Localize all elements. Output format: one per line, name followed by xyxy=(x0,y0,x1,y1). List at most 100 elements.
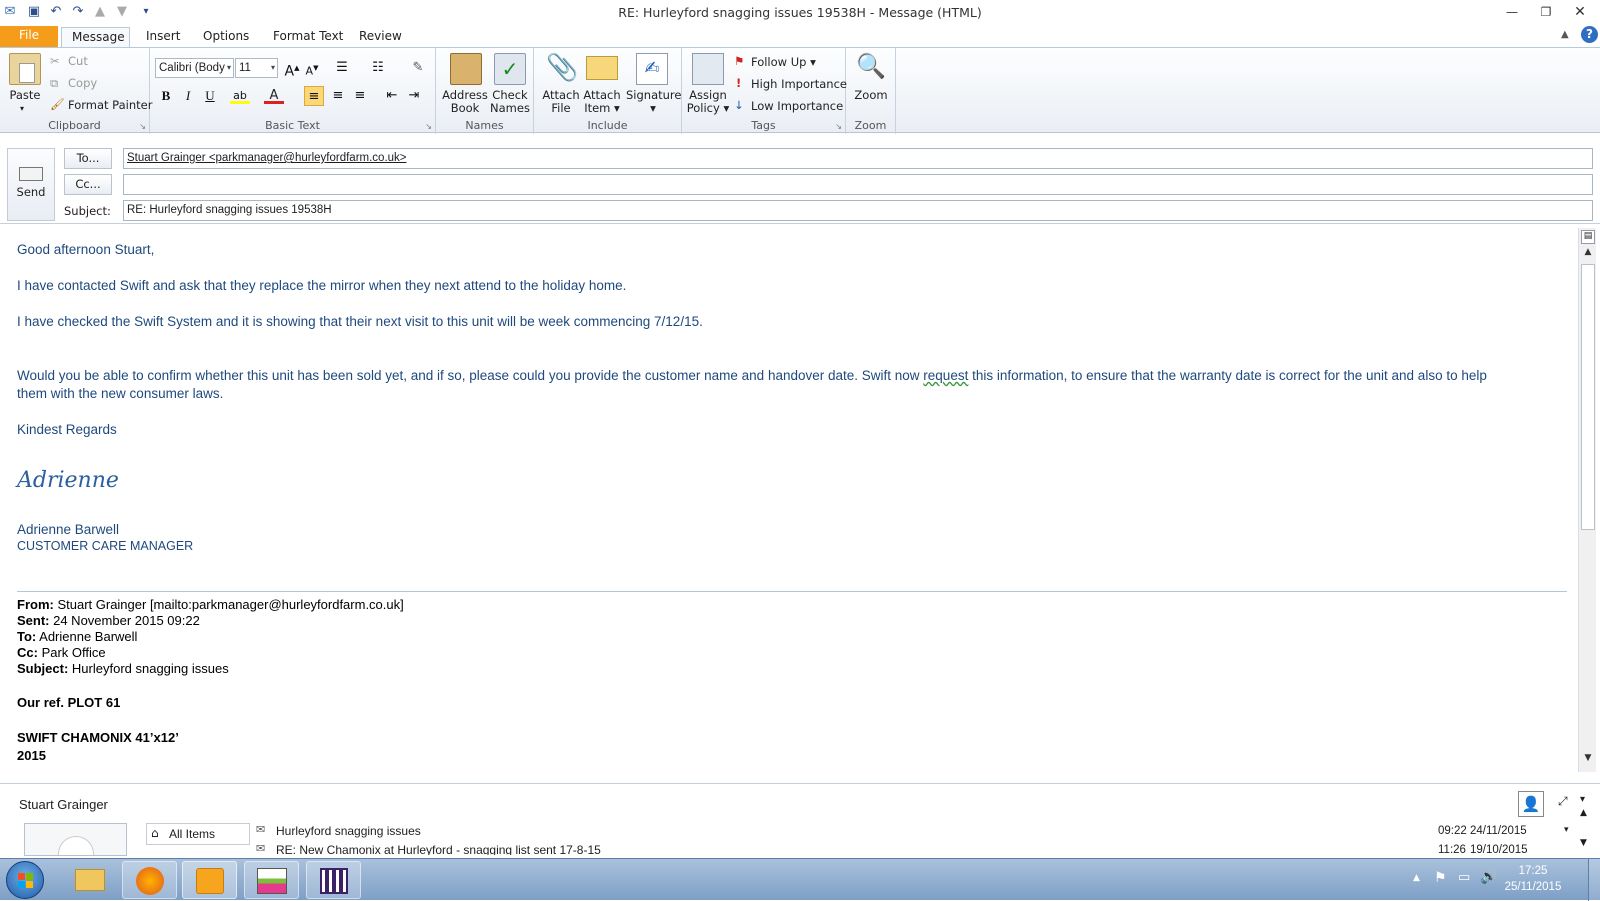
tab-insert[interactable]: Insert xyxy=(136,27,190,47)
tab-message[interactable]: Message xyxy=(61,27,130,47)
chevron-down-icon[interactable]: ▾ xyxy=(1564,825,1569,835)
check-names-button[interactable]: Check Names xyxy=(488,89,532,115)
show-hidden-icons[interactable]: ▲ xyxy=(1413,873,1420,883)
dialog-launcher-icon[interactable]: ↘ xyxy=(139,122,146,131)
contact-name[interactable]: Stuart Grainger xyxy=(19,797,108,812)
envelope-icon[interactable] xyxy=(586,56,618,80)
font-size-combo[interactable]: 11 ▾ xyxy=(235,58,278,78)
clock-date[interactable]: 25/11/2015 xyxy=(1498,881,1568,893)
bullets-icon[interactable]: ☰ xyxy=(332,58,352,78)
decrease-indent-icon[interactable]: ⇤ xyxy=(382,86,402,106)
restore-button[interactable]: ❐ xyxy=(1532,2,1560,22)
paste-icon[interactable] xyxy=(9,53,41,85)
numbering-icon[interactable]: ☷ xyxy=(368,58,388,78)
align-left-icon[interactable]: ≡ xyxy=(304,86,324,106)
align-center-icon[interactable]: ≡ xyxy=(328,86,348,106)
tab-review[interactable]: Review xyxy=(349,27,412,47)
spelling-flag-word[interactable]: request xyxy=(923,368,968,383)
explorer-taskbar-icon[interactable] xyxy=(62,861,117,899)
show-desktop-button[interactable] xyxy=(1588,859,1600,901)
outlook-taskbar-icon[interactable] xyxy=(182,861,237,899)
person-icon[interactable]: 👤 xyxy=(1518,791,1544,817)
tab-file[interactable]: File xyxy=(0,26,58,47)
minimize-ribbon-icon[interactable]: ▲ xyxy=(1561,29,1569,40)
firefox-taskbar-icon[interactable] xyxy=(122,861,177,899)
bold-icon[interactable]: B xyxy=(156,86,176,106)
scroll-down-icon[interactable]: ▼ xyxy=(1580,838,1587,848)
low-importance-icon[interactable]: ↓ xyxy=(734,98,744,112)
scroll-down-icon[interactable]: ▼ xyxy=(1581,753,1595,767)
scroll-up-icon[interactable]: ▲ xyxy=(1581,247,1595,261)
chevron-down-icon[interactable]: ▾ xyxy=(1580,794,1585,805)
sage-taskbar-icon[interactable] xyxy=(244,861,299,899)
italic-icon[interactable]: I xyxy=(178,86,198,106)
assign-policy-button[interactable]: Assign Policy ▾ xyxy=(684,89,732,115)
cut-icon[interactable]: ✂ xyxy=(50,54,60,68)
chevron-down-icon: ▾ xyxy=(270,63,275,72)
dialog-launcher-icon[interactable]: ↘ xyxy=(835,122,842,131)
paste-button[interactable]: Paste xyxy=(8,89,42,102)
copy-button[interactable]: Copy xyxy=(68,76,97,90)
address-book-button[interactable]: Address Book xyxy=(442,89,488,115)
subject-field[interactable]: RE: Hurleyford snagging issues 19538H xyxy=(123,200,1593,221)
tab-format-text[interactable]: Format Text xyxy=(263,27,353,47)
list-item[interactable]: ✉ Hurleyford snagging issues 09:22 24/11… xyxy=(252,823,1569,841)
start-button[interactable] xyxy=(6,861,44,899)
dialog-launcher-icon[interactable]: ↘ xyxy=(425,122,432,131)
attach-file-button[interactable]: Attach File xyxy=(538,89,584,115)
scroll-thumb[interactable] xyxy=(1581,264,1595,530)
check-names-icon[interactable]: ✓ xyxy=(494,53,526,85)
cc-button[interactable]: Cc... xyxy=(64,174,112,195)
to-recipient[interactable]: Stuart Grainger <parkmanager@hurleyfordf… xyxy=(127,152,407,164)
list-item[interactable]: ✉ RE: New Chamonix at Hurleyford - snagg… xyxy=(252,841,1562,855)
copy-icon[interactable]: ⧉ xyxy=(50,76,58,91)
clear-formatting-icon[interactable]: ✎ xyxy=(408,58,428,78)
shrink-font-icon[interactable]: A▼ xyxy=(302,58,322,78)
minimize-button[interactable]: — xyxy=(1498,2,1526,22)
cut-button[interactable]: Cut xyxy=(68,54,88,68)
signature-icon[interactable]: ✍ xyxy=(636,53,668,85)
to-button[interactable]: To... xyxy=(64,148,112,169)
body-scrollbar[interactable]: ▤ ▲ ▼ xyxy=(1578,228,1596,772)
paperclip-icon[interactable]: 📎 xyxy=(546,53,578,85)
high-importance-button[interactable]: High Importance xyxy=(751,77,847,91)
clock-time[interactable]: 17:25 xyxy=(1498,865,1568,877)
grow-font-icon[interactable]: A▲ xyxy=(282,58,302,80)
address-book-icon[interactable] xyxy=(450,53,482,85)
calendar-app-taskbar-icon[interactable] xyxy=(306,861,361,899)
ruler-icon[interactable]: ▤ xyxy=(1581,230,1595,244)
all-items-filter[interactable]: ⌂ All Items xyxy=(146,823,250,845)
high-importance-icon[interactable]: ! xyxy=(736,76,741,90)
attach-file-label-2: File xyxy=(551,101,571,115)
format-painter-button[interactable]: Format Painter xyxy=(68,98,152,112)
align-right-icon[interactable]: ≡ xyxy=(350,86,370,106)
format-painter-icon[interactable]: 🖌 xyxy=(50,97,65,111)
underline-icon[interactable]: U xyxy=(200,86,220,106)
help-icon[interactable]: ? xyxy=(1581,26,1598,43)
scroll-up-icon[interactable]: ▲ xyxy=(1580,808,1587,818)
increase-indent-icon[interactable]: ⇥ xyxy=(404,86,424,106)
magnifier-icon[interactable]: 🔍 xyxy=(855,52,887,84)
network-icon[interactable]: ▭ xyxy=(1458,870,1470,885)
expand-icon[interactable]: ⤢ xyxy=(1558,794,1568,809)
tab-options[interactable]: Options xyxy=(193,27,259,47)
paste-dropdown-icon[interactable]: ▾ xyxy=(20,104,24,113)
signature-button[interactable]: Signature ▾ xyxy=(626,89,681,115)
font-color-icon[interactable]: A xyxy=(264,86,284,104)
attach-item-button[interactable]: Attach Item ▾ xyxy=(580,89,624,115)
action-center-flag-icon[interactable]: ⚑ xyxy=(1434,870,1447,886)
low-importance-button[interactable]: Low Importance xyxy=(751,99,843,113)
font-name-combo[interactable]: Calibri (Body) ▾ xyxy=(155,58,234,78)
flag-icon[interactable]: ⚑ xyxy=(734,54,744,68)
cc-field[interactable] xyxy=(123,174,1593,195)
highlight-icon[interactable]: ab xyxy=(230,86,250,104)
follow-up-button[interactable]: Follow Up ▾ xyxy=(751,55,816,69)
to-field[interactable]: Stuart Grainger <parkmanager@hurleyfordf… xyxy=(123,148,1593,169)
zoom-button[interactable]: Zoom xyxy=(848,89,894,102)
send-button[interactable]: Send xyxy=(7,148,55,221)
close-button[interactable]: ✕ xyxy=(1566,2,1594,22)
from-label: From: xyxy=(17,597,54,612)
volume-icon[interactable]: 🔊 xyxy=(1480,869,1497,885)
policy-icon[interactable] xyxy=(692,53,724,85)
message-body[interactable]: Good afternoon Stuart, I have contacted … xyxy=(6,228,1576,772)
